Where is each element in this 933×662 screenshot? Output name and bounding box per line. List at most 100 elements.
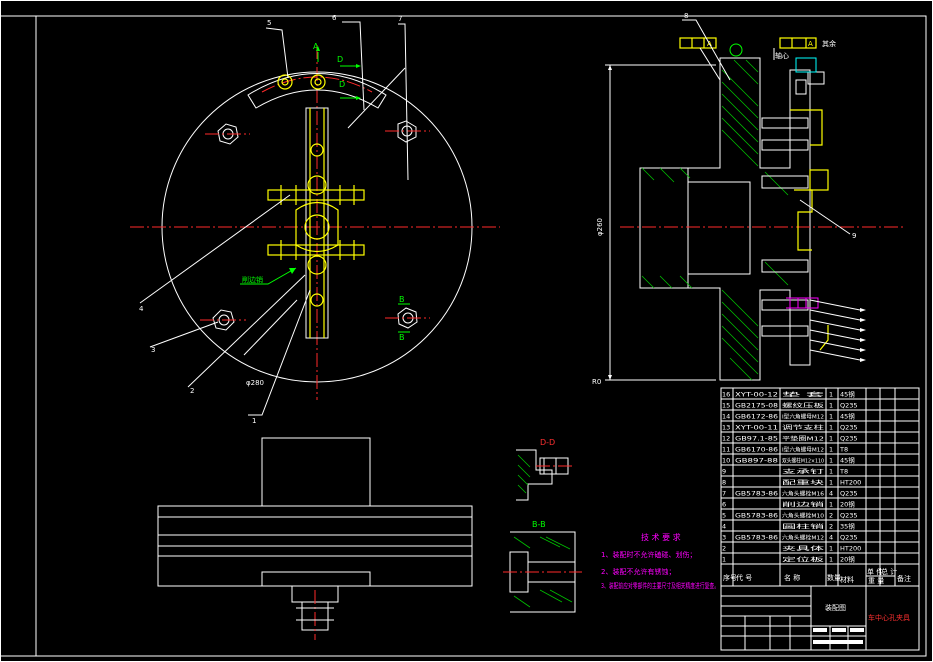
bom-cell-name: 六角头螺栓M16: [782, 490, 825, 498]
bolt-holes: [200, 120, 430, 331]
bom-cell-seq: 11: [722, 446, 730, 454]
bom-cell-seq: 6: [722, 501, 726, 509]
bom-cell-code: GB6170-86: [735, 446, 778, 454]
bom-cell-material: Q235: [840, 402, 858, 410]
bom-cell-code: GB97.1-85: [735, 435, 778, 443]
section-dd-label: D-D: [540, 438, 555, 447]
dim-phi-label: φ280: [246, 379, 264, 387]
tolerance-datum-right: A: [808, 40, 813, 48]
section-b-marker-bottom: B: [399, 333, 405, 342]
bom-cell-seq: 15: [722, 402, 730, 410]
tech-req-item-3: 3、装配前应对零部件的主要尺寸及相关精度进行复查。: [601, 581, 719, 590]
bom-cell-name: 螺纹压板: [782, 402, 825, 410]
bottom-view: [157, 437, 473, 640]
bom-cell-seq: 2: [722, 545, 726, 553]
bom-cell-qty: 1: [829, 479, 833, 487]
bom-cell-name: 六角头螺栓M10: [782, 512, 825, 520]
leader-label-4: 4: [139, 305, 144, 313]
bom-cell-qty: 1: [829, 391, 833, 399]
bom-cell-code: GB5783-86: [735, 534, 778, 542]
clamp-arm: [267, 107, 365, 339]
section-d-marker-bottom: D: [339, 80, 345, 89]
bom-header-material: 材料: [840, 575, 854, 584]
bom-cell-material: 45钢: [840, 457, 855, 465]
bom-cell-qty: 4: [829, 490, 833, 498]
leader-label-2: 2: [190, 387, 194, 395]
section-d-marker-top: D: [337, 55, 343, 64]
leader-label-1: 1: [252, 417, 256, 425]
bom-cell-material: 20钢: [840, 556, 855, 564]
bom-cell-qty: 1: [829, 402, 833, 410]
leader-label-8: 8: [684, 12, 688, 20]
bom-cell-material: HT200: [840, 479, 861, 487]
tech-req-item-1: 1、装配时不允许磕碰、划伤；: [601, 550, 696, 559]
bom-cell-material: 35钢: [840, 523, 855, 531]
bom-cell-qty: 1: [829, 413, 833, 421]
front-view: 削边销 A D D B B 5 6 7 4 3 2 1 φ280: [130, 14, 500, 425]
bom-cell-code: XYT-00-12: [735, 391, 778, 399]
bom-cell-qty: 2: [829, 523, 833, 531]
bom-header-weight: 重 量: [868, 577, 884, 585]
svg-text:轴心: 轴心: [775, 51, 789, 60]
upper-clamp-bar: [267, 189, 365, 201]
bom-cell-name: 平垫圈M12: [782, 435, 824, 443]
leader-label-7: 7: [398, 15, 402, 23]
bom-cell-material: HT200: [840, 545, 861, 553]
leader-label-5: 5: [267, 19, 271, 27]
leader-label-3: 3: [151, 346, 155, 354]
bom-cell-qty: 1: [829, 545, 833, 553]
bom-header-note: 备注: [897, 574, 911, 583]
bom-cell-qty: 1: [829, 468, 833, 476]
bom-cell-seq: 13: [722, 424, 730, 432]
bom-cell-qty: 4: [829, 534, 833, 542]
bom-cell-material: T8: [839, 468, 848, 476]
bom-cell-name: 支承钉: [782, 468, 825, 476]
bom-cell-code: GB5783-86: [735, 512, 778, 520]
bom-cell-name: 调节支柱: [782, 424, 825, 432]
bom-cell-name: 六角头螺栓M12: [782, 534, 824, 542]
bom-cell-qty: 1: [829, 435, 833, 443]
roughness-note: 其余: [822, 39, 836, 48]
bom-cell-qty: 1: [829, 446, 833, 454]
bom-cell-name: 削边销: [782, 501, 825, 509]
bom-cell-seq: 3: [722, 534, 726, 542]
section-bb: B-B: [503, 520, 582, 613]
bom-cell-code: GB6172-86: [735, 413, 778, 421]
side-dim-bottom: R0: [592, 378, 601, 386]
bom-cell-material: Q235: [840, 424, 858, 432]
bom-cell-material: 45钢: [840, 413, 855, 421]
leader-label-9: 9: [852, 232, 856, 240]
title-block: 装配图 车中心孔夹具: [720, 585, 920, 651]
bom-cell-seq: 5: [722, 512, 726, 520]
bom-header-qty: 数量: [827, 573, 841, 582]
bom-cell-seq: 4: [722, 523, 726, 531]
bom-table: 16 XYT-00-12 垫 套 1 45钢15 GB2175-08 螺纹压板 1 Q23514…: [720, 387, 920, 587]
bom-cell-seq: 8: [722, 479, 726, 487]
bom-cell-seq: 10: [722, 457, 730, 465]
bom-cell-qty: 2: [829, 512, 833, 520]
bom-header-seq: 序号: [723, 573, 737, 582]
bom-cell-material: Q235: [840, 534, 858, 542]
bom-cell-name: 配重块: [782, 479, 825, 487]
bom-header-name: 名 称: [784, 573, 800, 582]
section-b-marker-top: B: [399, 295, 405, 304]
bom-cell-seq: 12: [722, 435, 730, 443]
bom-cell-name: 定位板: [782, 556, 825, 564]
bom-cell-material: T8: [839, 446, 848, 454]
bom-cell-name: 垫 套: [782, 391, 826, 399]
bom-cell-name: 夹具体: [782, 545, 825, 553]
section-hatching: [641, 59, 789, 381]
bom-cell-material: Q235: [840, 435, 858, 443]
bom-cell-name: 圆柱销: [782, 523, 825, 531]
lower-clamp-bar: [267, 244, 365, 256]
section-bb-label: B-B: [532, 520, 546, 529]
bom-cell-material: 45钢: [840, 391, 855, 399]
bom-cell-code: GB897-88: [735, 457, 778, 465]
tech-req-item-2: 2、装配不允许有锈蚀；: [601, 567, 675, 576]
bom-cell-seq: 7: [722, 490, 726, 498]
bom-cell-name: 双头螺柱M12×110: [782, 457, 824, 465]
bom-cell-seq: 14: [722, 413, 730, 421]
bom-cell-material: 20钢: [840, 501, 855, 509]
bom-cell-code: GB2175-08: [735, 402, 778, 410]
assembly-drawing-canvas: 削边销 A D D B B 5 6 7 4 3 2 1 φ280 D-D B-B…: [0, 0, 933, 662]
